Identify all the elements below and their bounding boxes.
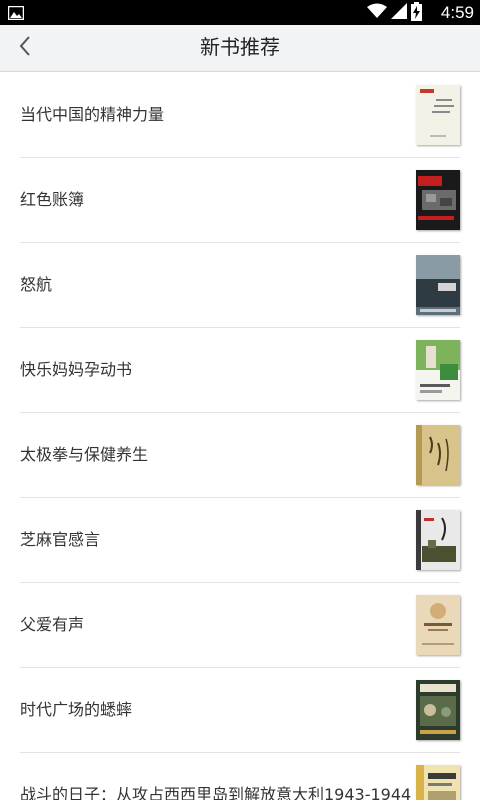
book-cover [416, 595, 460, 655]
book-cover [416, 85, 460, 145]
book-title: 快乐妈妈孕动书 [20, 360, 133, 379]
image-notification-icon [7, 5, 25, 21]
book-cover [416, 340, 460, 400]
book-list-item[interactable]: 父爱有声 [20, 583, 460, 668]
book-title: 芝麻官感言 [20, 530, 101, 549]
book-list-item[interactable]: 太极拳与保健养生 [20, 413, 460, 498]
book-cover [416, 510, 460, 570]
status-time: 4:59 [440, 3, 474, 22]
book-cover [416, 765, 460, 800]
book-cover [416, 170, 460, 230]
book-cover [416, 680, 460, 740]
signal-icon [391, 3, 407, 23]
book-title: 当代中国的精神力量 [20, 105, 165, 124]
book-list-item[interactable]: 时代广场的蟋蟀 [20, 668, 460, 753]
page-title: 新书推荐 [200, 37, 280, 59]
book-cover [416, 255, 460, 315]
book-title: 红色账簿 [20, 190, 85, 209]
book-list-item[interactable]: 红色账簿 [20, 158, 460, 243]
book-title: 时代广场的蟋蟀 [20, 700, 133, 719]
book-list-item[interactable]: 当代中国的精神力量 [20, 73, 460, 158]
wifi-icon [367, 3, 387, 23]
book-list-item[interactable]: 快乐妈妈孕动书 [20, 328, 460, 413]
title-bar: 新书推荐 [0, 25, 480, 72]
book-title: 太极拳与保健养生 [20, 445, 149, 464]
book-title: 怒航 [20, 275, 53, 294]
status-bar: 4:59 [0, 0, 480, 25]
book-list-item[interactable]: 战斗的日子：从攻占西西里岛到解放意大利1943-1944 [20, 753, 460, 800]
book-list: 当代中国的精神力量 红色账簿 怒航 快乐妈妈孕动书 太极拳与保健养生 芝麻官感言… [0, 73, 480, 800]
book-list-item[interactable]: 怒航 [20, 243, 460, 328]
book-list-item[interactable]: 芝麻官感言 [20, 498, 460, 583]
book-cover [416, 425, 460, 485]
battery-charging-icon [411, 1, 422, 25]
book-title: 父爱有声 [20, 615, 85, 634]
book-title: 战斗的日子：从攻占西西里岛到解放意大利1943-1944 [20, 785, 412, 800]
